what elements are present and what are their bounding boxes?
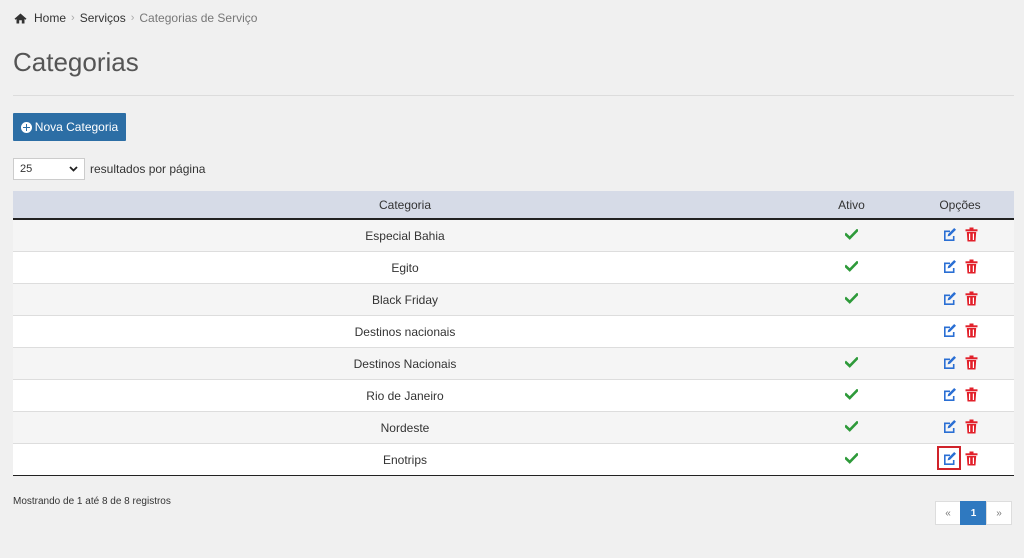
active-cell [797, 315, 906, 348]
page-length-label: resultados por página [90, 162, 206, 176]
check-icon [844, 228, 859, 243]
active-cell [797, 283, 906, 316]
trash-icon[interactable] [963, 322, 979, 338]
edit-icon[interactable] [941, 226, 957, 242]
edit-icon[interactable] [941, 258, 957, 274]
row-actions [941, 418, 979, 434]
breadcrumb-home[interactable]: Home [34, 11, 66, 25]
row-actions [941, 322, 979, 338]
table-row: Destinos Nacionais [13, 347, 1014, 380]
active-cell [797, 443, 906, 476]
page-length-control: 25 resultados por página [13, 158, 205, 180]
options-cell [906, 251, 1014, 284]
options-cell [906, 379, 1014, 412]
breadcrumb-current: Categorias de Serviço [139, 11, 258, 25]
pagination-previous[interactable]: « [935, 501, 961, 525]
category-name: Rio de Janeiro [13, 379, 797, 412]
options-cell [906, 443, 1014, 476]
active-cell [797, 347, 906, 380]
categories-table: Categoria Ativo Opções Especial Bahia Egi… [13, 191, 1014, 476]
home-icon[interactable] [14, 13, 27, 24]
trash-icon[interactable] [963, 450, 979, 466]
trash-icon[interactable] [963, 226, 979, 242]
row-actions [941, 386, 979, 402]
table-row: Black Friday [13, 283, 1014, 316]
chevron-down-icon [69, 163, 78, 175]
category-name: Egito [13, 251, 797, 284]
table-row: Especial Bahia [13, 219, 1014, 252]
edit-icon[interactable] [941, 290, 957, 306]
category-name: Enotrips [13, 443, 797, 476]
edit-icon[interactable] [941, 386, 957, 402]
options-cell [906, 411, 1014, 444]
row-actions [941, 226, 979, 242]
options-cell [906, 283, 1014, 316]
category-name: Nordeste [13, 411, 797, 444]
category-name: Black Friday [13, 283, 797, 316]
check-icon [844, 260, 859, 275]
column-header-category[interactable]: Categoria [13, 191, 797, 220]
trash-icon[interactable] [963, 258, 979, 274]
check-icon [844, 388, 859, 403]
options-cell [906, 347, 1014, 380]
category-name: Especial Bahia [13, 219, 797, 252]
options-cell [906, 219, 1014, 252]
edit-icon[interactable] [941, 322, 957, 338]
row-actions [937, 446, 979, 471]
row-actions [941, 258, 979, 274]
table-row: Destinos nacionais [13, 315, 1014, 348]
breadcrumb-separator: › [130, 12, 135, 24]
new-category-button[interactable]: Nova Categoria [13, 113, 126, 141]
trash-icon[interactable] [963, 354, 979, 370]
pagination-next[interactable]: » [986, 501, 1012, 525]
pagination-page-1[interactable]: 1 [960, 501, 987, 525]
active-cell [797, 251, 906, 284]
page-title: Categorias [13, 47, 139, 77]
category-name: Destinos Nacionais [13, 347, 797, 380]
table-row: Rio de Janeiro [13, 379, 1014, 412]
breadcrumb-separator: › [71, 12, 75, 24]
breadcrumb: Home › Serviços › Categorias de Serviço [14, 11, 257, 25]
edit-icon[interactable] [937, 446, 961, 471]
edit-icon[interactable] [941, 418, 957, 434]
column-header-options: Opções [906, 191, 1014, 220]
trash-icon[interactable] [963, 418, 979, 434]
pagination: « 1 » [935, 501, 1012, 525]
category-name: Destinos nacionais [13, 315, 797, 348]
check-icon [844, 292, 859, 307]
page-length-value: 25 [20, 163, 33, 175]
divider [13, 95, 1014, 96]
breadcrumb-services[interactable]: Serviços [80, 11, 126, 25]
table-header-row: Categoria Ativo Opções [13, 191, 1014, 220]
options-cell [906, 315, 1014, 348]
table-row: Nordeste [13, 411, 1014, 444]
check-icon [844, 420, 859, 435]
column-header-active[interactable]: Ativo [797, 191, 906, 220]
check-icon [844, 452, 859, 467]
edit-icon[interactable] [941, 354, 957, 370]
plus-circle-icon [20, 121, 32, 133]
new-category-label: Nova Categoria [34, 120, 119, 134]
trash-icon[interactable] [963, 290, 979, 306]
check-icon [844, 356, 859, 371]
table-row: Enotrips [13, 443, 1014, 476]
row-actions [941, 290, 979, 306]
trash-icon[interactable] [963, 386, 979, 402]
active-cell [797, 379, 906, 412]
row-actions [941, 354, 979, 370]
table-info: Mostrando de 1 até 8 de 8 registros [13, 496, 171, 507]
page-length-select[interactable]: 25 [13, 158, 85, 180]
active-cell [797, 219, 906, 252]
active-cell [797, 411, 906, 444]
table-row: Egito [13, 251, 1014, 284]
